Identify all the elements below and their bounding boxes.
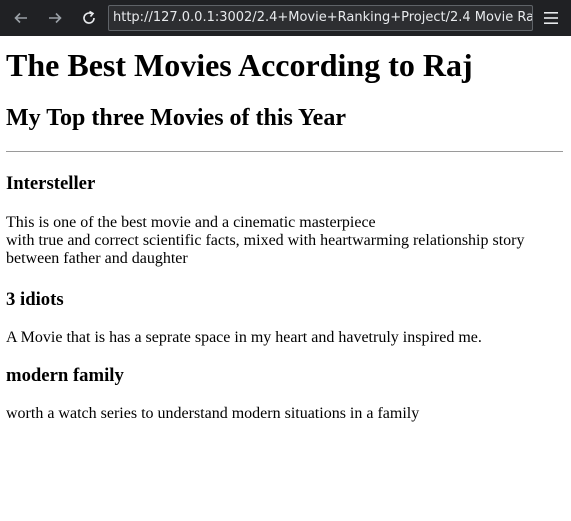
page-title: The Best Movies According to Raj — [6, 47, 473, 83]
movie-description-2: A Movie that is has a seprate space in m… — [6, 329, 482, 346]
movie-description-1: This is one of the best movie and a cine… — [6, 214, 563, 268]
divider — [6, 151, 563, 152]
back-button[interactable] — [6, 3, 36, 33]
forward-button[interactable] — [40, 3, 70, 33]
reload-icon — [83, 10, 95, 24]
hamburger-menu-icon — [544, 12, 558, 24]
movie-title-2: 3 idiots — [6, 289, 64, 310]
page-content: The Best Movies According to Raj My Top … — [0, 46, 571, 423]
url-input[interactable]: http://127.0.0.1:3002/2.4+Movie+Ranking+… — [108, 5, 533, 31]
movie-description-1-line-1: This is one of the best movie and a cine… — [6, 214, 376, 231]
browser-toolbar: http://127.0.0.1:3002/2.4+Movie+Ranking+… — [0, 0, 571, 36]
arrow-left-icon — [14, 12, 27, 24]
reload-button[interactable] — [74, 3, 104, 33]
movie-title-1: Intersteller — [6, 173, 96, 194]
movie-description-3: worth a watch series to understand moder… — [6, 405, 420, 422]
page-subtitle: My Top three Movies of this Year — [6, 105, 346, 131]
movie-title-3: modern family — [6, 365, 124, 386]
arrow-right-icon — [49, 12, 62, 24]
menu-button[interactable] — [537, 3, 565, 33]
movie-description-1-line-2: with true and correct scientific facts, … — [6, 232, 525, 267]
